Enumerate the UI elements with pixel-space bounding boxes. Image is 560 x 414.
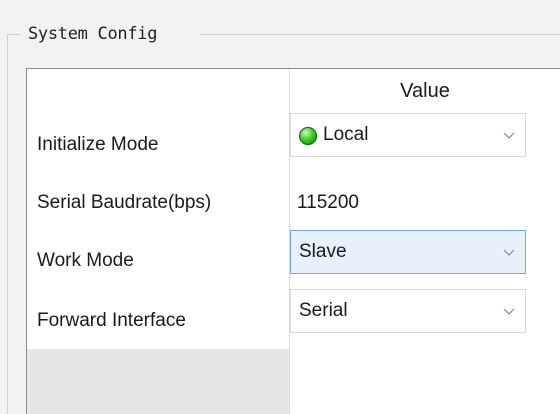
row-label-initialize-mode: Initialize Mode (37, 134, 159, 155)
chevron-down-icon[interactable] (503, 246, 515, 258)
chevron-down-icon[interactable] (503, 305, 515, 317)
forward-interface-dropdown[interactable]: Serial (290, 289, 526, 333)
work-mode-value: Slave (299, 241, 347, 262)
chevron-down-icon[interactable] (503, 129, 515, 141)
group-box-border (200, 34, 560, 35)
initialize-mode-dropdown[interactable]: Local (290, 113, 526, 157)
row-label-serial-baudrate: Serial Baudrate(bps) (37, 192, 212, 213)
row-label-forward-interface: Forward Interface (37, 310, 186, 331)
group-box-border (7, 34, 8, 414)
serial-baudrate-value[interactable]: 115200 (297, 181, 359, 225)
green-led-icon (299, 127, 317, 145)
system-config-panel: System Config Value Initialize Mode Loca… (0, 0, 560, 414)
group-box-border (7, 34, 21, 35)
property-grid: Value Initialize Mode Local Serial Baudr… (26, 68, 560, 414)
forward-interface-value: Serial (299, 300, 348, 321)
initialize-mode-value: Local (323, 124, 369, 145)
group-title: System Config (26, 23, 160, 45)
row-label-work-mode: Work Mode (37, 250, 134, 271)
work-mode-dropdown[interactable]: Slave (290, 230, 526, 274)
column-header-value: Value (400, 80, 450, 102)
